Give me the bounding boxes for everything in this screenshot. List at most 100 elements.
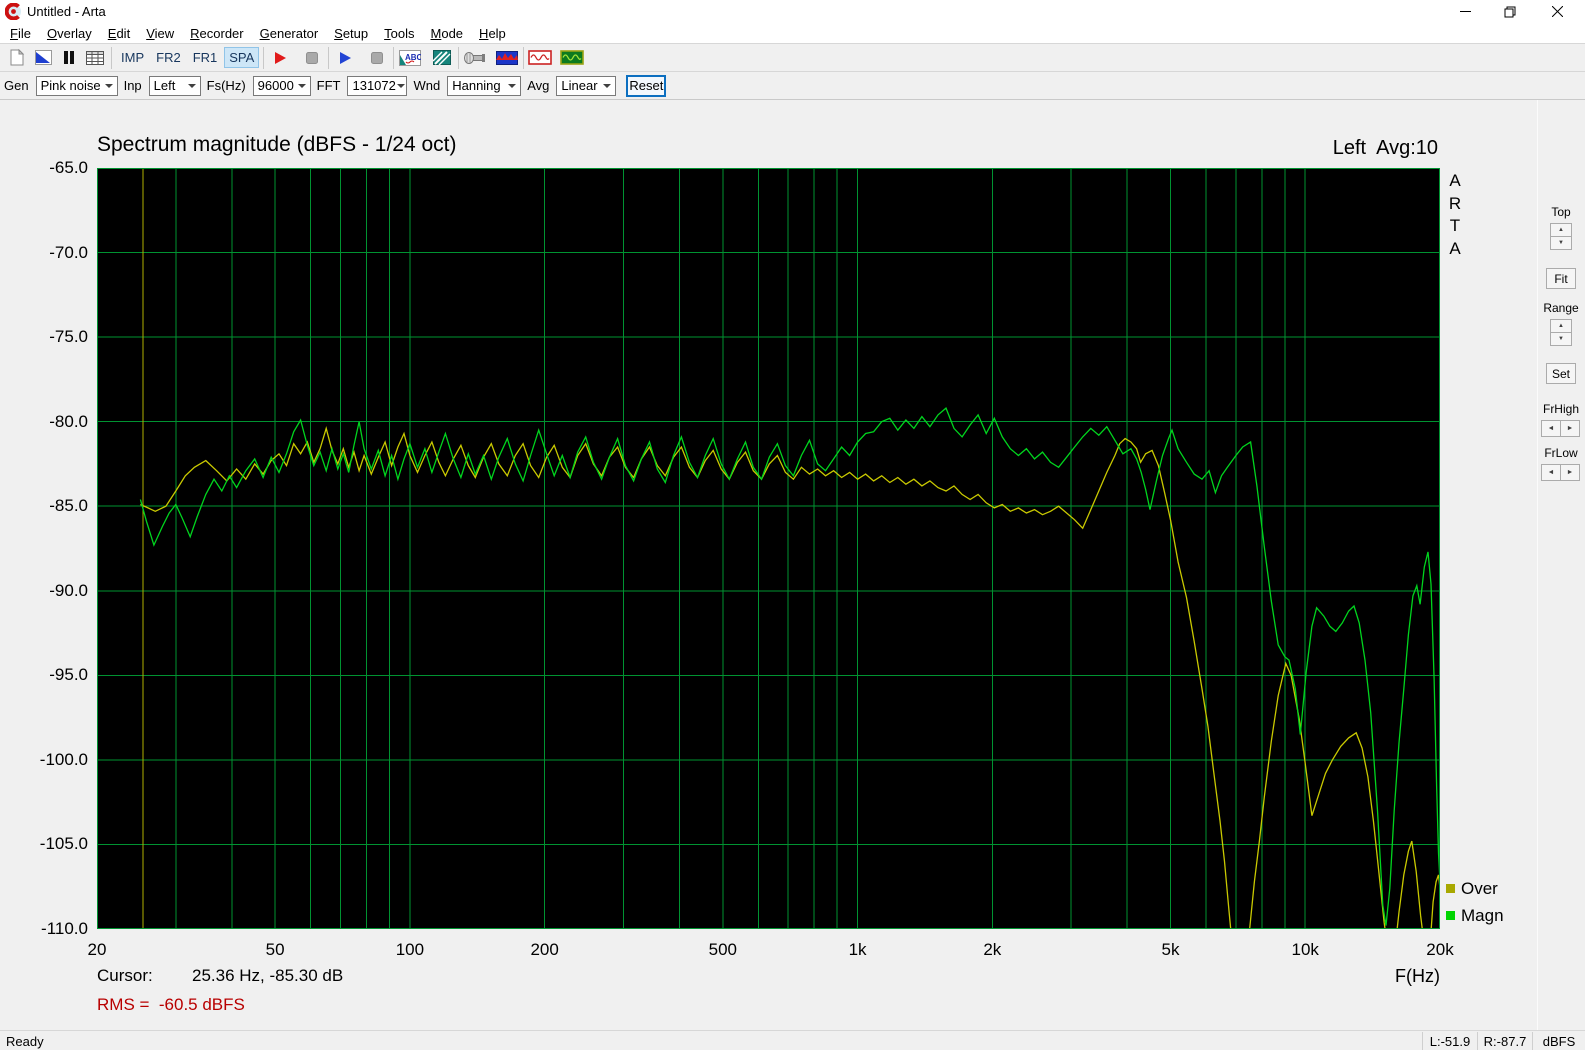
signal-window-button[interactable]	[527, 46, 553, 70]
frhigh-spinner: ◄ ►	[1541, 420, 1581, 437]
top-up-button[interactable]: ▲	[1550, 223, 1572, 237]
legend-swatch-over	[1446, 884, 1455, 893]
spectrum-plot[interactable]	[97, 168, 1440, 929]
table-button[interactable]	[82, 46, 108, 70]
arta-watermark-letter: R	[1448, 193, 1462, 213]
arta-watermark-letter: T	[1449, 216, 1461, 235]
mode-fr2-button[interactable]: FR2	[151, 47, 186, 68]
play-button[interactable]	[332, 46, 358, 70]
spectrum-window-button[interactable]	[559, 46, 585, 70]
fs-select[interactable]: 96000	[252, 75, 311, 96]
menu-tools[interactable]: Tools	[376, 24, 422, 43]
window-title: Untitled - Arta	[27, 4, 106, 19]
diagonal-stripes-icon	[433, 50, 452, 65]
arrow-up-icon: ▲	[1558, 227, 1564, 233]
left-level-readout: L:-51.9	[1429, 1034, 1471, 1049]
x-axis-unit-label: F(Hz)	[1395, 966, 1440, 986]
arrow-right-icon: ►	[1566, 425, 1574, 432]
play-icon	[340, 51, 352, 64]
control-bar: Gen Pink noise Inp Left Fs(Hz) 96000 FFT…	[0, 72, 1585, 100]
restore-button[interactable]	[1495, 2, 1525, 21]
menu-generator[interactable]: Generator	[252, 24, 327, 43]
y-tick-label: -100.0	[39, 749, 88, 769]
stop-record-button[interactable]	[299, 46, 325, 70]
chevron-down-icon	[101, 84, 117, 88]
frhigh-right-button[interactable]: ►	[1560, 420, 1580, 437]
top-spinner: ▲ ▼	[1550, 223, 1572, 250]
legend-swatch-magn	[1446, 911, 1455, 920]
y-tick-label: -95.0	[49, 665, 88, 685]
frlow-right-button[interactable]: ►	[1560, 464, 1580, 481]
avg-select[interactable]: Linear	[556, 75, 617, 96]
set-button[interactable]: Set	[1546, 363, 1576, 384]
arrow-left-icon: ◄	[1547, 469, 1555, 476]
gen-value: Pink noise	[40, 78, 101, 93]
calibrate-abc-icon: ABC	[399, 49, 422, 66]
y-tick-label: -85.0	[49, 496, 88, 516]
rms-readout: RMS = -60.5 dBFS	[97, 995, 245, 1014]
menu-edit[interactable]: Edit	[100, 24, 138, 43]
menu-help[interactable]: Help	[471, 24, 514, 43]
x-tick-label: 20k	[1426, 940, 1454, 959]
close-button[interactable]	[1542, 2, 1572, 21]
close-icon	[1551, 6, 1563, 17]
waveform-view-button[interactable]	[494, 46, 520, 70]
chevron-down-icon	[504, 84, 520, 88]
range-up-button[interactable]: ▲	[1550, 319, 1572, 333]
gen-select[interactable]: Pink noise	[35, 75, 118, 96]
chevron-down-icon	[184, 84, 200, 88]
fft-value: 131072	[352, 78, 396, 93]
y-tick-label: -80.0	[49, 411, 88, 431]
menu-recorder[interactable]: Recorder	[182, 24, 251, 43]
fft-select[interactable]: 131072	[347, 75, 408, 96]
x-tick-label: 10k	[1291, 940, 1319, 959]
status-message: Ready	[6, 1034, 44, 1049]
toolbar-separator	[458, 46, 460, 69]
mode-fr1-button[interactable]: FR1	[188, 47, 223, 68]
pause-button[interactable]	[56, 46, 82, 70]
sine-red-icon	[528, 50, 553, 65]
menu-view[interactable]: View	[138, 24, 182, 43]
avg-label: Avg	[527, 78, 550, 93]
menu-overlay[interactable]: Overlay	[39, 24, 100, 43]
fs-label: Fs(Hz)	[206, 78, 246, 93]
chart-title: Spectrum magnitude (dBFS - 1/24 oct)	[97, 133, 457, 156]
stop-play-button[interactable]	[364, 46, 390, 70]
top-down-button[interactable]: ▼	[1550, 236, 1572, 250]
microphone-button[interactable]	[462, 46, 488, 70]
inp-select[interactable]: Left	[148, 75, 201, 96]
wnd-select[interactable]: Hanning	[447, 75, 522, 96]
menu-mode[interactable]: Mode	[423, 24, 472, 43]
arta-watermark-letter: A	[1449, 171, 1461, 190]
frlow-left-button[interactable]: ◄	[1541, 464, 1561, 481]
analysis-button[interactable]	[429, 46, 455, 70]
record-play-icon	[275, 51, 287, 64]
unit-readout: dBFS	[1542, 1034, 1576, 1049]
top-label: Top	[1551, 205, 1571, 219]
generator-setup-icon	[34, 50, 52, 65]
y-tick-label: -65.0	[49, 158, 88, 177]
mode-imp-button[interactable]: IMP	[116, 47, 149, 68]
toolbar: IMP FR2 FR1 SPA ABC	[0, 44, 1585, 72]
range-label: Range	[1543, 301, 1579, 315]
fs-value: 96000	[257, 78, 294, 93]
toolbar-separator	[111, 46, 112, 69]
menu-file[interactable]: File	[2, 24, 39, 43]
new-file-button[interactable]	[4, 46, 30, 70]
x-tick-label: 50	[265, 940, 285, 959]
record-button[interactable]	[267, 46, 293, 70]
mode-spa-button[interactable]: SPA	[224, 47, 260, 68]
range-down-button[interactable]: ▼	[1550, 332, 1572, 346]
svg-text:ABC: ABC	[405, 53, 421, 62]
frhigh-left-button[interactable]: ◄	[1541, 420, 1561, 437]
minimize-button[interactable]	[1450, 2, 1480, 21]
app-icon	[5, 3, 22, 20]
generator-setup-button[interactable]	[30, 46, 56, 70]
fit-button[interactable]: Fit	[1546, 268, 1576, 289]
calibrate-button[interactable]: ABC	[397, 46, 423, 70]
reset-button[interactable]: Reset	[626, 74, 667, 97]
menu-setup[interactable]: Setup	[326, 24, 376, 43]
y-tick-label: -90.0	[49, 580, 88, 600]
legend-row: Magn	[1446, 902, 1504, 929]
plot-page: Spectrum magnitude (dBFS - 1/24 oct) Lef…	[0, 100, 1585, 1030]
